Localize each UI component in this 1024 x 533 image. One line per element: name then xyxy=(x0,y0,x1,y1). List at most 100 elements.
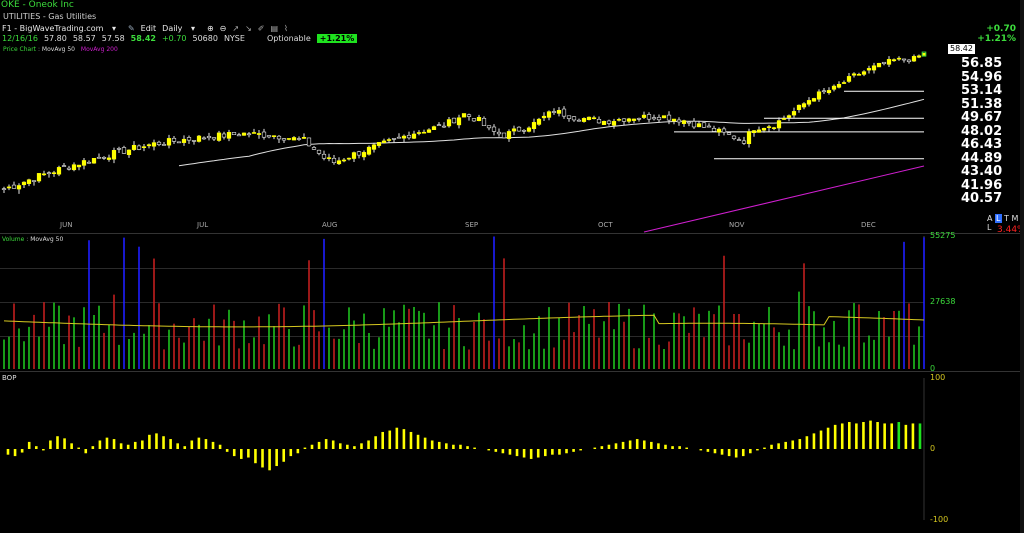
candle-body xyxy=(856,74,862,76)
candle-body xyxy=(721,128,727,133)
candle-body xyxy=(796,104,802,111)
candle-body xyxy=(31,180,37,182)
chart-canvas[interactable] xyxy=(0,0,1024,533)
candle-body xyxy=(626,118,632,122)
candle-body xyxy=(306,137,312,147)
candle-body xyxy=(461,113,467,118)
volume-ma-line xyxy=(3,314,925,328)
candle-body xyxy=(181,138,187,143)
candle-body xyxy=(81,160,87,166)
candle-body xyxy=(266,135,272,138)
candle-body xyxy=(456,117,462,126)
candle-body xyxy=(786,115,792,118)
candle-body xyxy=(836,84,842,88)
candle-body xyxy=(586,116,592,120)
candle-body xyxy=(91,157,97,164)
candle-body xyxy=(711,128,717,132)
candle-body xyxy=(726,132,732,135)
candle-body xyxy=(361,152,367,158)
candle-body xyxy=(861,71,867,75)
candle-body xyxy=(151,142,157,147)
candle-body xyxy=(791,111,797,116)
candle-body xyxy=(831,85,837,90)
candle-body xyxy=(191,140,197,142)
candle-body xyxy=(536,118,542,125)
candle-body xyxy=(921,53,927,56)
candle-body xyxy=(606,120,612,124)
candle-body xyxy=(6,186,12,189)
candle-body xyxy=(616,119,622,121)
candle-body xyxy=(216,132,222,141)
candle-body xyxy=(291,137,297,141)
candle-body xyxy=(386,139,392,141)
candle-body xyxy=(646,114,652,120)
candle-body xyxy=(186,137,192,141)
candle-body xyxy=(566,115,572,119)
candle-body xyxy=(801,103,807,108)
candle-body xyxy=(476,117,482,122)
candle-body xyxy=(256,133,262,135)
candle-body xyxy=(106,157,112,160)
candle-body xyxy=(281,138,287,141)
ma50-line xyxy=(178,98,925,167)
candle-body xyxy=(41,173,47,176)
candle-body xyxy=(356,151,362,156)
candle-body xyxy=(51,172,57,174)
candle-body xyxy=(496,131,502,135)
candle-body xyxy=(551,111,557,113)
candle-body xyxy=(331,157,337,163)
candle-body xyxy=(206,135,212,139)
candle-body xyxy=(746,131,752,145)
candle-body xyxy=(501,132,507,139)
candle-body xyxy=(101,157,107,159)
candle-body xyxy=(526,127,532,132)
candle-body xyxy=(466,114,472,117)
candle-body xyxy=(571,116,577,121)
candle-body xyxy=(481,117,487,126)
candle-body xyxy=(296,138,302,140)
candle-body xyxy=(661,115,667,119)
candle-body xyxy=(401,135,407,139)
candle-body xyxy=(761,127,767,131)
candle-body xyxy=(751,130,757,134)
candle-body xyxy=(891,59,897,62)
candle-body xyxy=(321,153,327,159)
candle-body xyxy=(826,90,832,94)
candle-body xyxy=(141,146,147,148)
candle-body xyxy=(811,98,817,102)
candle-body xyxy=(716,128,722,133)
candle-body xyxy=(121,147,127,154)
candle-body xyxy=(406,134,412,139)
candle-body xyxy=(16,185,22,190)
candle-body xyxy=(76,164,82,168)
candle-body xyxy=(11,184,17,189)
candle-body xyxy=(171,137,177,142)
candle-body xyxy=(901,58,907,61)
candle-body xyxy=(316,149,322,154)
candle-body xyxy=(596,119,602,124)
candle-body xyxy=(896,57,902,60)
candle-body xyxy=(471,118,477,122)
candle-body xyxy=(876,62,882,68)
candle-body xyxy=(756,129,762,133)
candle-body xyxy=(46,172,52,175)
candle-body xyxy=(906,59,912,62)
candle-body xyxy=(301,137,307,139)
candle-body xyxy=(521,130,527,132)
candle-body xyxy=(916,55,922,58)
candle-body xyxy=(246,133,252,136)
candle-body xyxy=(431,126,437,131)
candle-body xyxy=(436,124,442,126)
candle-body xyxy=(226,132,232,139)
candle-body xyxy=(326,157,332,159)
candle-body xyxy=(731,135,737,139)
candle-body xyxy=(641,114,647,118)
candle-body xyxy=(651,117,657,120)
candle-body xyxy=(311,147,317,150)
candle-body xyxy=(376,142,382,146)
candle-body xyxy=(686,121,692,124)
candle-body xyxy=(416,132,422,134)
candle-body xyxy=(61,165,67,167)
candle-body xyxy=(706,125,712,128)
candle-body xyxy=(821,90,827,93)
